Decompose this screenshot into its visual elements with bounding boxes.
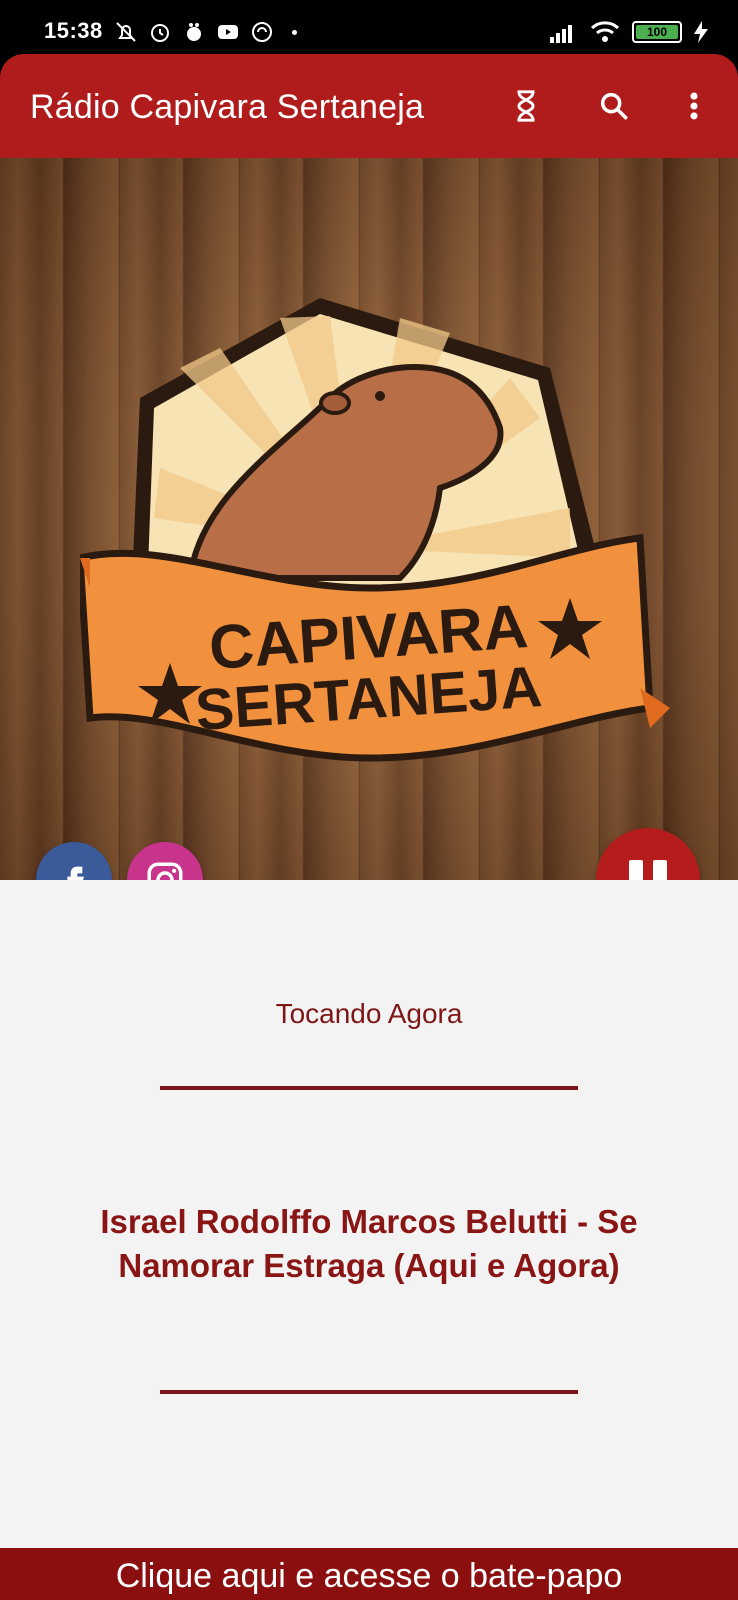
divider-bottom [160, 1390, 578, 1394]
more-vert-icon [690, 92, 698, 120]
more-options-button[interactable] [670, 82, 718, 130]
battery-level: 100 [636, 25, 678, 39]
status-time: 15:38 [44, 18, 103, 43]
now-playing-panel: Tocando Agora Israel Rodolffo Marcos Bel… [0, 880, 738, 1548]
wifi-icon [590, 21, 620, 42]
mute-icon [116, 22, 136, 42]
status-bar: 15:38 100 [0, 0, 738, 62]
notification-icon [187, 23, 201, 41]
youtube-icon [218, 25, 238, 39]
capivara-logo: CAPIVARA SERTANEJA [80, 298, 670, 762]
now-playing-label: Tocando Agora [275, 998, 463, 1029]
status-left-icons [114, 20, 297, 44]
app-bar: Rádio Capivara Sertaneja [0, 54, 738, 158]
vpn-icon [252, 22, 272, 42]
search-icon [600, 92, 629, 121]
app-title: Rádio Capivara Sertaneja [30, 88, 425, 126]
song-title: Israel Rodolffo Marcos Belutti - Se Namo… [100, 1203, 638, 1284]
alarm-icon [151, 24, 169, 42]
chat-link-bar[interactable]: Clique aqui e acesse o bate-papo [0, 1548, 738, 1600]
station-artwork: CAPIVARA SERTANEJA [0, 158, 738, 880]
divider-top [160, 1086, 578, 1090]
status-dot [292, 29, 297, 35]
status-right-icons: 100 [550, 20, 708, 44]
timer-icon [517, 90, 535, 122]
timer-button[interactable] [502, 82, 550, 130]
search-button[interactable] [590, 82, 638, 130]
signal-icon [550, 25, 572, 43]
battery-icon: 100 [632, 21, 682, 43]
charging-icon [694, 21, 708, 43]
